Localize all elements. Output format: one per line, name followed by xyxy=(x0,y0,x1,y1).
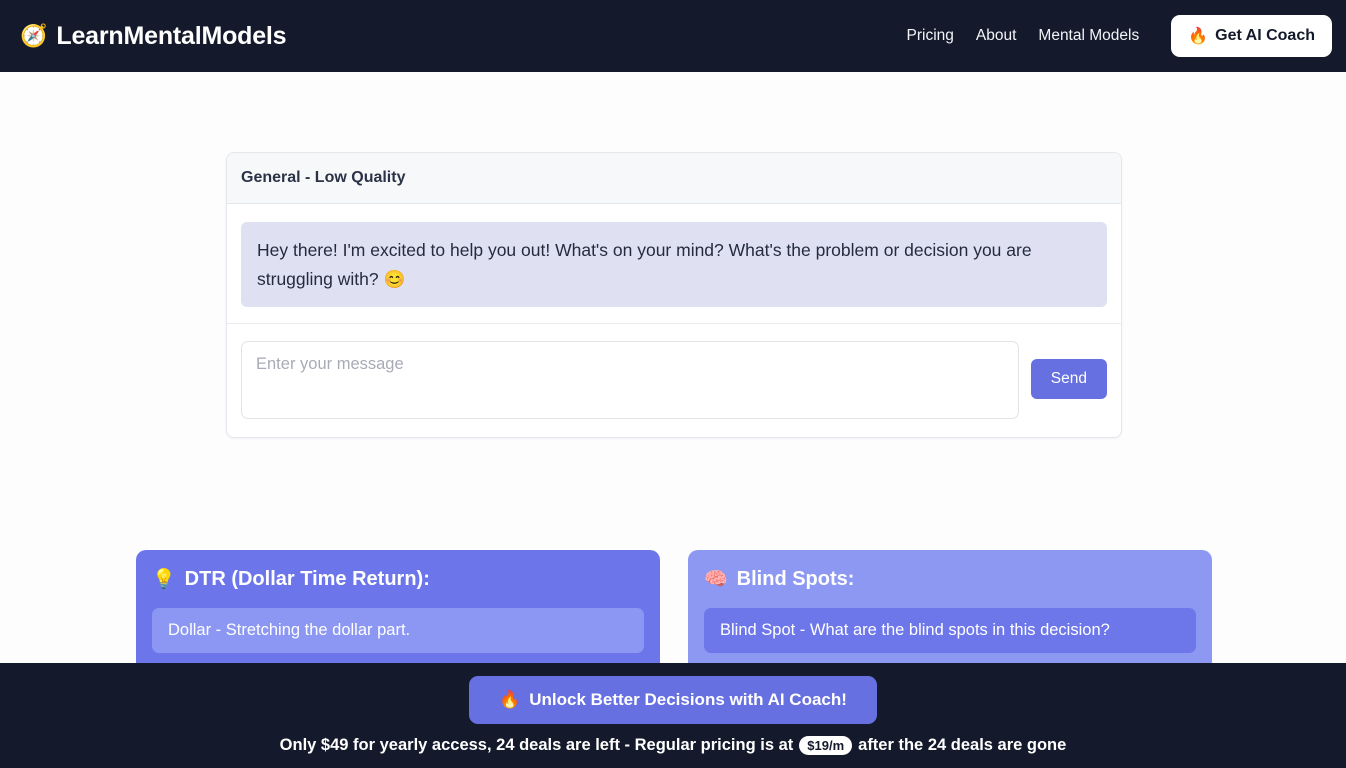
unlock-better-decisions-button[interactable]: 🔥 Unlock Better Decisions with AI Coach! xyxy=(469,676,877,724)
price-badge: $19/m xyxy=(799,736,853,755)
brand-name: LearnMentalModels xyxy=(56,21,287,50)
page-content: General - Low Quality Hey there! I'm exc… xyxy=(0,72,1346,768)
brand-logo[interactable]: 🧭 LearnMentalModels xyxy=(20,21,287,51)
lightbulb-icon: 💡 xyxy=(152,569,176,590)
list-item[interactable]: Dollar - Stretching the dollar part. xyxy=(152,608,644,653)
chat-card-title: General - Low Quality xyxy=(227,153,1121,204)
fire-icon: 🔥 xyxy=(499,690,521,709)
list-item[interactable]: Blind Spot - What are the blind spots in… xyxy=(704,608,1196,653)
bottom-promo-bar: 🔥 Unlock Better Decisions with AI Coach!… xyxy=(0,663,1346,768)
promo-note-suffix: after the 24 deals are gone xyxy=(858,736,1067,754)
message-composer: Send xyxy=(227,324,1121,437)
nav-item-mental-models[interactable]: Mental Models xyxy=(1038,27,1139,45)
get-ai-coach-button[interactable]: 🔥 Get AI Coach xyxy=(1171,15,1332,57)
compass-icon: 🧭 xyxy=(20,23,48,48)
blind-spots-card-title-label: Blind Spots: xyxy=(736,567,855,590)
nav-item-pricing[interactable]: Pricing xyxy=(907,27,954,45)
unlock-button-label: Unlock Better Decisions with AI Coach! xyxy=(529,690,847,709)
dtr-card-title-label: DTR (Dollar Time Return): xyxy=(184,567,430,590)
get-ai-coach-label: Get AI Coach xyxy=(1215,27,1315,44)
chat-card: General - Low Quality Hey there! I'm exc… xyxy=(226,152,1122,439)
main-nav: Pricing About Mental Models 🔥 Get AI Coa… xyxy=(907,15,1332,57)
dtr-card-title: 💡 DTR (Dollar Time Return): xyxy=(152,567,644,591)
promo-note: Only $49 for yearly access, 24 deals are… xyxy=(279,736,1067,755)
promo-note-prefix: Only $49 for yearly access, 24 deals are… xyxy=(279,736,794,754)
blind-spots-card-title: 🧠 Blind Spots: xyxy=(704,567,1196,591)
message-input[interactable] xyxy=(241,341,1019,420)
assistant-message-bubble: Hey there! I'm excited to help you out! … xyxy=(241,222,1107,308)
brain-icon: 🧠 xyxy=(704,569,728,590)
send-button[interactable]: Send xyxy=(1030,359,1107,400)
chat-message-list: Hey there! I'm excited to help you out! … xyxy=(227,204,1121,325)
fire-icon: 🔥 xyxy=(1188,28,1209,45)
site-header: 🧭 LearnMentalModels Pricing About Mental… xyxy=(0,0,1346,72)
nav-item-about[interactable]: About xyxy=(976,27,1017,45)
